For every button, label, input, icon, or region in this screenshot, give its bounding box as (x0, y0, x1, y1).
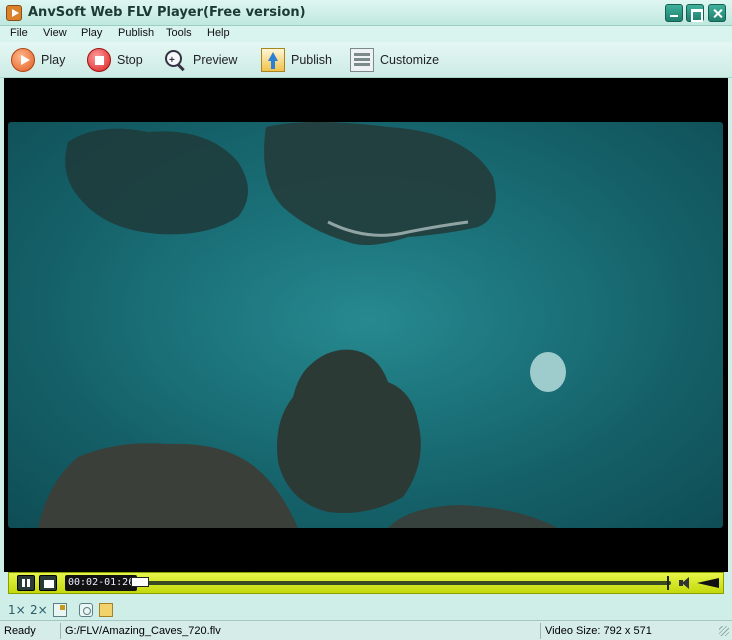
menu-file[interactable]: File (10, 27, 28, 39)
window-title: AnvSoft Web FLV Player(Free version) (28, 5, 306, 20)
play-button[interactable]: Play (11, 47, 65, 73)
speaker-icon[interactable] (679, 576, 693, 590)
toolbar: Play Stop + Preview Publish Customize (0, 42, 732, 78)
maximize-icon (687, 5, 703, 22)
close-button[interactable] (708, 4, 726, 22)
menu-help[interactable]: Help (207, 27, 230, 39)
app-play-icon (6, 5, 22, 21)
maximize-button[interactable] (686, 4, 704, 22)
customize-icon (350, 48, 374, 72)
foam-blob (530, 352, 566, 392)
rock-bottom-right (388, 505, 558, 528)
preview-label: Preview (193, 53, 238, 67)
status-bar: Ready G:/FLV/Amazing_Caves_720.flv Video… (0, 620, 732, 640)
open-folder-icon[interactable] (99, 603, 113, 617)
title-bar: AnvSoft Web FLV Player(Free version) (0, 0, 732, 26)
seek-handle[interactable] (131, 577, 149, 587)
time-display: 00:02-01:26 (65, 575, 138, 591)
minimize-button[interactable] (665, 4, 683, 22)
stop-button[interactable]: Stop (87, 47, 143, 73)
close-icon (709, 5, 725, 21)
stop-label: Stop (117, 53, 143, 67)
publish-label: Publish (291, 53, 332, 67)
zoom-1x-button[interactable]: 1× (8, 603, 26, 617)
preview-button[interactable]: + Preview (163, 47, 237, 73)
play-icon (11, 48, 35, 72)
snapshot-icon[interactable] (79, 603, 93, 617)
minimize-icon (666, 5, 682, 21)
menu-bar: File View Play Publish Tools Help (0, 26, 732, 42)
fit-window-icon[interactable] (53, 603, 67, 617)
bottom-bar: 1× 2× (0, 600, 732, 620)
fullscreen-icon[interactable] (39, 575, 57, 591)
pause-icon[interactable] (17, 575, 35, 591)
video-frame[interactable] (8, 122, 723, 528)
seek-bar[interactable] (131, 577, 671, 587)
zoom-2x-button[interactable]: 2× (30, 603, 48, 617)
menu-publish[interactable]: Publish (118, 27, 154, 39)
stop-icon (87, 48, 111, 72)
upload-icon (261, 48, 285, 72)
status-state: Ready (4, 625, 36, 637)
menu-view[interactable]: View (43, 27, 67, 39)
customize-button[interactable]: Customize (350, 47, 439, 73)
play-label: Play (41, 53, 66, 67)
resize-grip-icon[interactable] (719, 626, 729, 636)
status-video-size: Video Size: 792 x 571 (540, 623, 716, 639)
menu-tools[interactable]: Tools (166, 27, 192, 39)
seek-end-marker (667, 576, 669, 590)
rock-upper-left (65, 128, 248, 235)
publish-button[interactable]: Publish (261, 47, 332, 73)
status-file-path: G:/FLV/Amazing_Caves_720.flv (60, 623, 540, 639)
player-controls: 00:02-01:26 (8, 572, 724, 594)
menu-play[interactable]: Play (81, 27, 102, 39)
magnifier-icon: + (163, 48, 187, 72)
video-area[interactable] (4, 78, 728, 572)
customize-label: Customize (380, 53, 440, 67)
volume-icon[interactable] (697, 578, 719, 588)
video-picture (38, 122, 688, 528)
